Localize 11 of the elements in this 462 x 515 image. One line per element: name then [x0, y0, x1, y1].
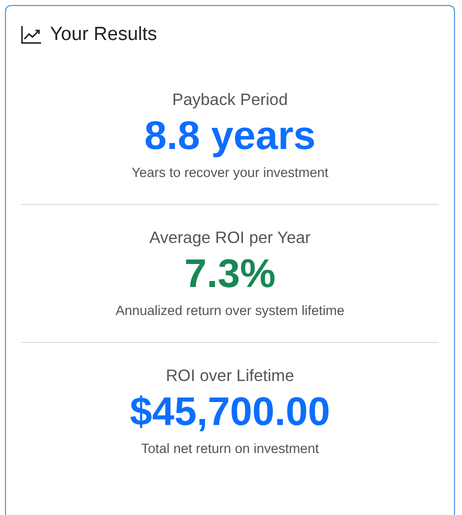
metric-label: Average ROI per Year — [149, 228, 311, 248]
metric-label: ROI over Lifetime — [166, 366, 294, 386]
metric-description: Years to recover your investment — [132, 164, 328, 181]
card-title: Your Results — [50, 24, 158, 46]
metric-value: $45,700.00 — [130, 389, 330, 435]
metric-description: Total net return on investment — [141, 440, 319, 457]
metric-value: 7.3% — [184, 251, 276, 297]
metric-description: Annualized return over system lifetime — [116, 302, 344, 319]
metric-value: 8.8 years — [144, 113, 316, 159]
metric-label: Payback Period — [172, 90, 288, 110]
line-chart-icon — [21, 26, 41, 44]
